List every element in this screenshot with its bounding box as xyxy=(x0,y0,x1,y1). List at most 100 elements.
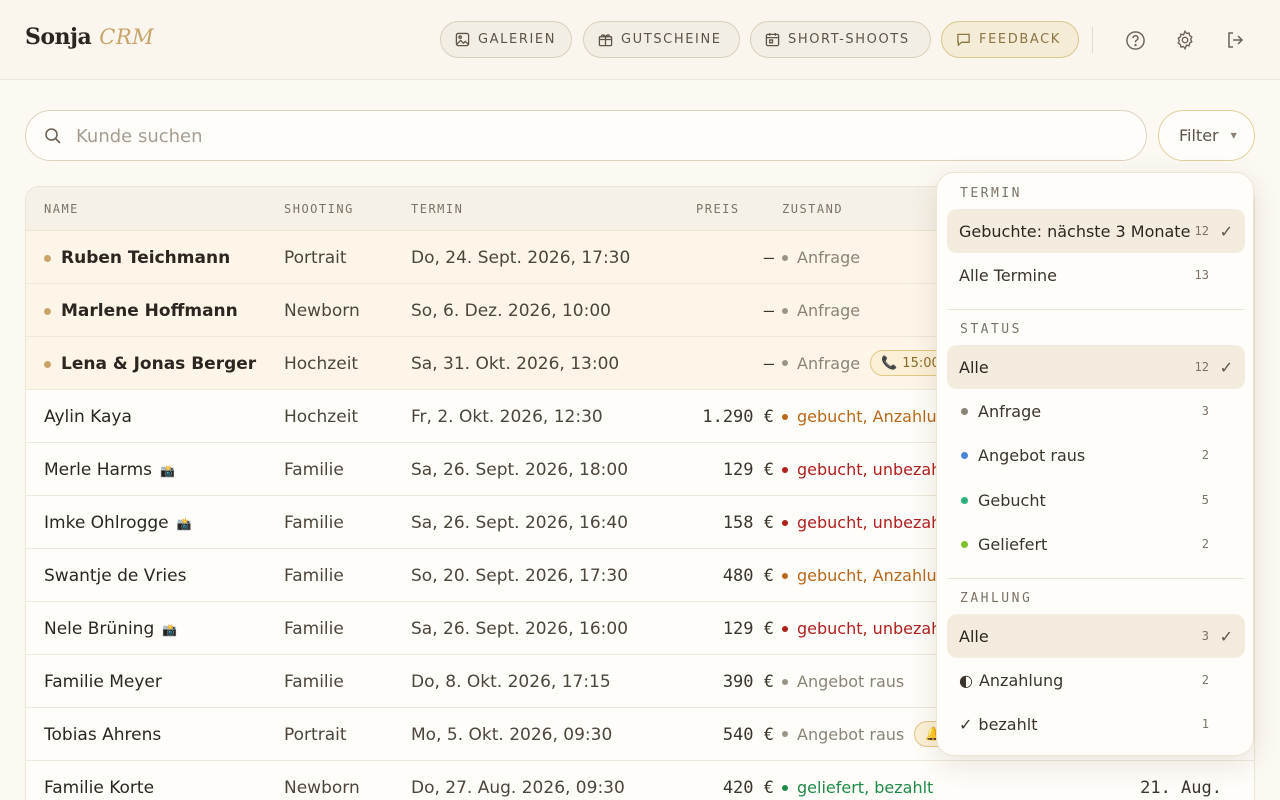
option-status-geliefert[interactable]: Geliefert 2 xyxy=(947,522,1245,566)
shooting-type: Familie xyxy=(284,619,344,639)
status-label: Angebot raus xyxy=(797,724,905,744)
price: 540 € xyxy=(722,725,774,745)
search-icon xyxy=(45,128,61,144)
table-row[interactable]: Familie Korte Newborn Do, 27. Aug. 2026,… xyxy=(26,761,1254,800)
option-label: Alle Termine xyxy=(959,265,1057,285)
status-dot xyxy=(782,784,788,791)
lead-dot xyxy=(44,361,51,368)
col-termin[interactable]: TERMIN xyxy=(411,202,463,216)
shooting-type: Newborn xyxy=(284,778,360,798)
status-dot xyxy=(782,307,788,314)
option-status-anfrage[interactable]: Anfrage 3 xyxy=(947,389,1245,433)
status-label: Angebot raus xyxy=(797,672,905,691)
option-zahlung-bezahlt[interactable]: ✓ bezahlt 1 xyxy=(947,702,1245,746)
appointment: Sa, 31. Okt. 2026, 13:00 xyxy=(411,354,620,374)
option-status-all[interactable]: Alle 12 ✓ xyxy=(947,345,1245,389)
nav-short-shoots-button[interactable]: SHORT-SHOOTS xyxy=(750,21,931,58)
customer-name: Imke Ohlrogge xyxy=(44,513,169,533)
status-label: Anfrage xyxy=(797,248,861,267)
status: gebucht, Anzahlung xyxy=(782,566,957,585)
option-label: Angebot raus xyxy=(978,445,1086,465)
option-label: Gebuchte: nächste 3 Monate xyxy=(959,221,1191,241)
filter-dropdown: TERMIN Gebuchte: nächste 3 Monate 12 ✓ A… xyxy=(936,172,1254,756)
appointment: Sa, 26. Sept. 2026, 18:00 xyxy=(411,460,629,480)
nav-gutscheine-label: GUTSCHEINE xyxy=(621,32,722,47)
status: gebucht, unbezahlt xyxy=(782,619,952,638)
lead-dot xyxy=(44,308,51,315)
status-dot xyxy=(961,407,968,415)
search-input[interactable] xyxy=(76,123,1126,149)
logout-button[interactable] xyxy=(1223,28,1247,52)
option-count: 2 xyxy=(1201,448,1209,462)
filter-button[interactable]: Filter ▼ xyxy=(1158,110,1255,161)
option-zahlung-all[interactable]: Alle 3 ✓ xyxy=(947,614,1245,658)
section-status-title: STATUS xyxy=(960,322,1022,337)
option-count: 12 xyxy=(1194,224,1209,238)
shooting-type: Portrait xyxy=(284,248,347,268)
settings-button[interactable] xyxy=(1173,28,1197,52)
price: 129 € xyxy=(722,460,774,480)
shooting-type: Newborn xyxy=(284,301,360,321)
shooting-type: Familie xyxy=(284,566,344,586)
header-divider xyxy=(1092,27,1093,53)
logout-icon xyxy=(1228,32,1244,48)
nav-gutscheine-button[interactable]: GUTSCHEINE xyxy=(583,21,740,58)
lead-dot xyxy=(44,255,51,262)
appointment: Do, 24. Sept. 2026, 17:30 xyxy=(411,248,631,268)
status-dot xyxy=(782,731,788,737)
check-icon: ✓ xyxy=(1219,221,1233,241)
customer-name-wrap: Merle Harms 📸 xyxy=(44,460,175,480)
price: 420 € xyxy=(722,778,774,798)
status-label: gebucht, unbezahlt xyxy=(797,619,953,638)
option-status-angebot[interactable]: Angebot raus 2 xyxy=(947,433,1245,477)
check-icon: ✓ xyxy=(959,714,973,734)
status-dot xyxy=(782,625,788,632)
price: 390 € xyxy=(722,672,774,692)
nav-feedback-label: FEEDBACK xyxy=(979,32,1061,47)
help-button[interactable] xyxy=(1123,28,1147,52)
appointment: Sa, 26. Sept. 2026, 16:00 xyxy=(411,619,629,639)
status: Angebot raus 🔔 xyxy=(782,721,953,747)
gift-icon xyxy=(598,34,613,47)
nav-feedback-button[interactable]: FEEDBACK xyxy=(941,21,1079,58)
option-status-gebucht[interactable]: Gebucht 5 xyxy=(947,478,1245,522)
nav-galerien-button[interactable]: GALERIEN xyxy=(440,21,572,58)
shooting-type: Portrait xyxy=(284,725,347,745)
customer-name: Lena & Jonas Berger xyxy=(61,354,257,374)
option-termin-all[interactable]: Alle Termine 13 xyxy=(947,253,1245,297)
brand-name: Sonja xyxy=(25,24,92,50)
half-circle-icon: ◐ xyxy=(959,670,973,690)
message-icon xyxy=(957,33,970,47)
shooting-type: Hochzeit xyxy=(284,354,359,374)
option-count: 2 xyxy=(1201,537,1209,551)
status-dot xyxy=(782,360,788,366)
status: Anfrage xyxy=(782,301,860,320)
brand-logo[interactable]: Sonja CRM xyxy=(25,24,154,50)
customer-name: Merle Harms xyxy=(44,460,153,480)
status-dot xyxy=(961,496,968,504)
calendar-icon xyxy=(765,32,780,47)
customer-name: Marlene Hoffmann xyxy=(61,301,238,321)
customer-name: Aylin Kaya xyxy=(44,407,132,427)
status-label: Anfrage xyxy=(797,301,861,320)
option-label: Alle xyxy=(959,626,989,646)
status: Angebot raus xyxy=(782,672,904,691)
col-shooting[interactable]: SHOOTING xyxy=(284,202,354,216)
appointment: Mo, 5. Okt. 2026, 09:30 xyxy=(411,725,613,745)
check-icon: ✓ xyxy=(1219,626,1233,646)
customer-name: Ruben Teichmann xyxy=(61,248,231,268)
appointment: Do, 8. Okt. 2026, 17:15 xyxy=(411,672,611,692)
chevron-down-icon: ▼ xyxy=(1230,131,1237,140)
customer-name: Familie Korte xyxy=(44,778,155,798)
search-box[interactable] xyxy=(25,110,1147,161)
status-label: gebucht, unbezahlt xyxy=(797,460,953,479)
status: geliefert, bezahlt xyxy=(782,778,933,797)
option-termin-booked-3m[interactable]: Gebuchte: nächste 3 Monate 12 ✓ xyxy=(947,209,1245,253)
col-name[interactable]: NAME xyxy=(44,202,79,216)
option-zahlung-anzahlung[interactable]: ◐ Anzahlung 2 xyxy=(947,658,1245,702)
section-termin-title: TERMIN xyxy=(960,186,1022,201)
filter-label: Filter xyxy=(1179,126,1219,145)
col-zustand[interactable]: ZUSTAND xyxy=(782,202,843,216)
col-preis[interactable]: PREIS xyxy=(696,202,740,216)
status-label: geliefert, bezahlt xyxy=(797,778,934,797)
